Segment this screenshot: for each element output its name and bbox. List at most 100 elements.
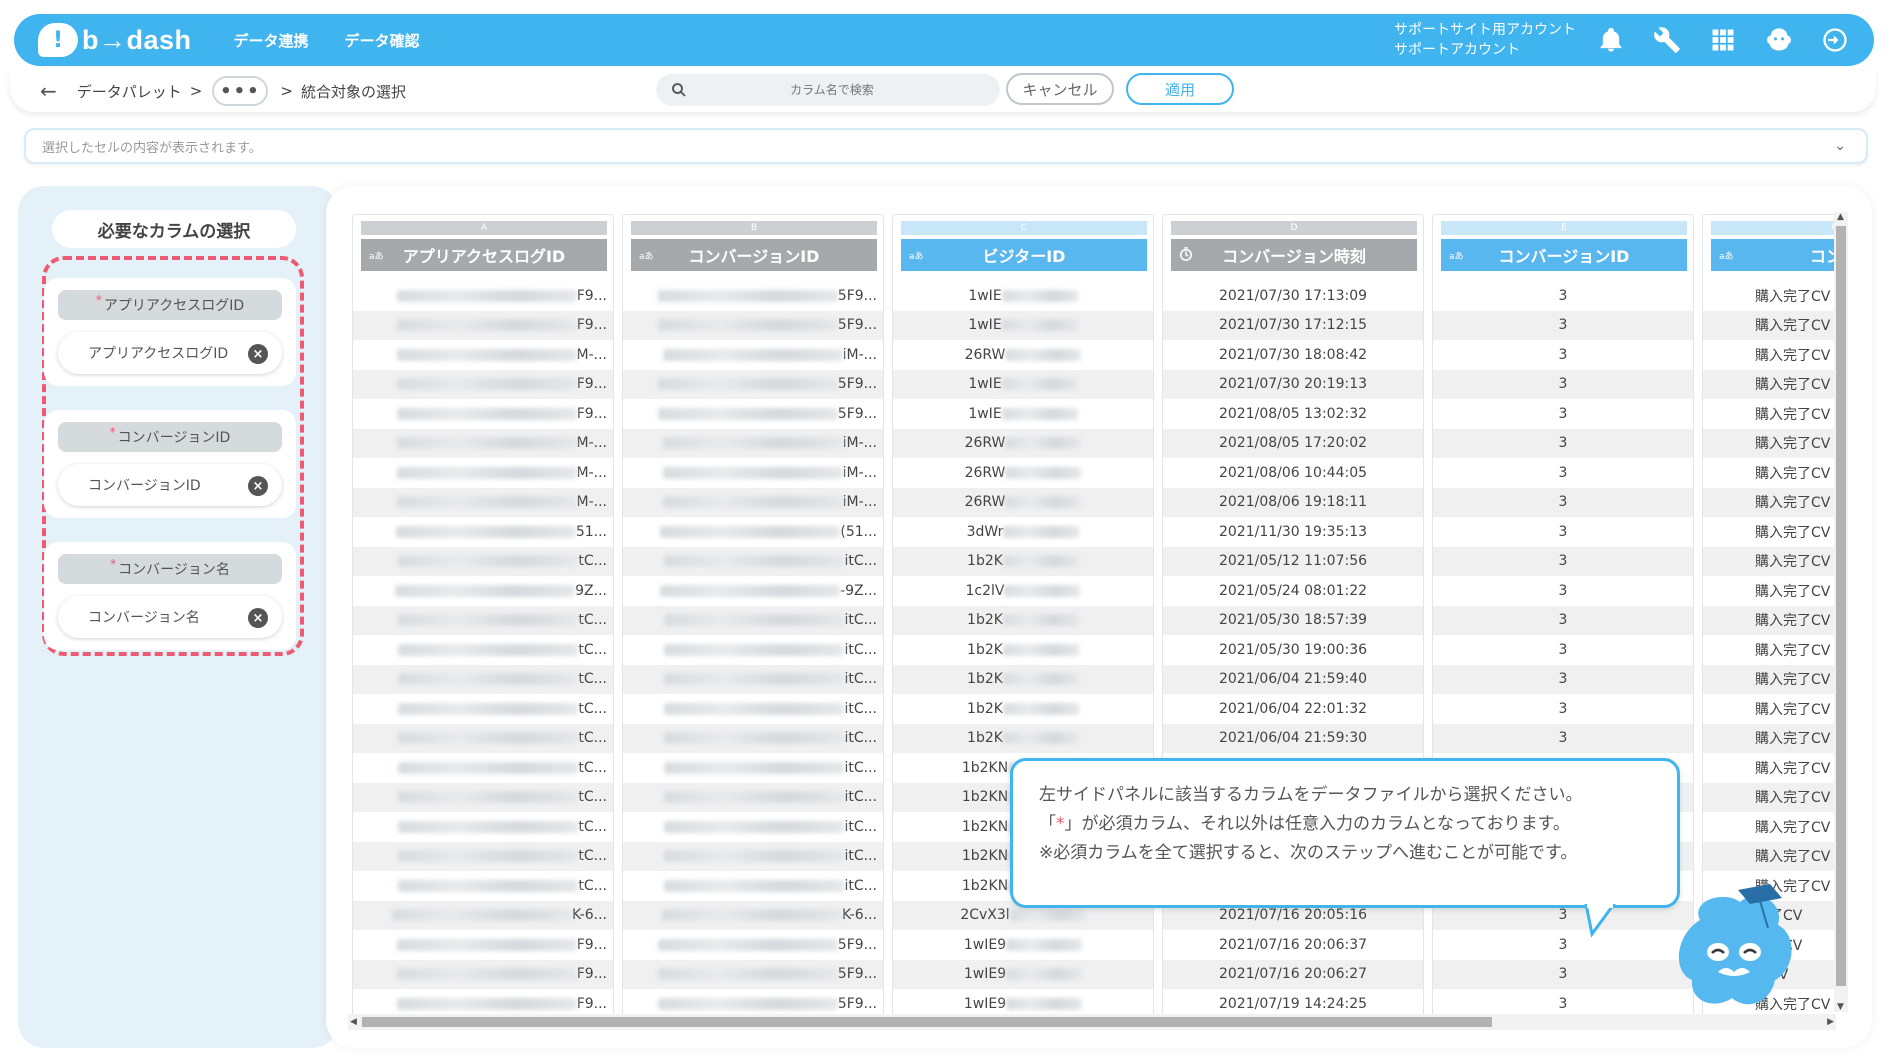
table-cell[interactable]: 購入完了CV xyxy=(1703,782,1836,812)
table-cell[interactable]: 26RW xyxy=(893,428,1153,458)
remove-icon[interactable]: × xyxy=(248,344,268,364)
logout-icon[interactable] xyxy=(1818,23,1852,57)
table-cell[interactable]: 3 xyxy=(1433,723,1693,753)
apps-grid-icon[interactable] xyxy=(1706,23,1740,57)
table-cell[interactable]: F9... xyxy=(353,930,613,960)
table-cell[interactable]: 購入完了CV xyxy=(1703,576,1836,606)
table-cell[interactable]: iM-... xyxy=(623,340,883,370)
table-cell[interactable]: M-... xyxy=(353,340,613,370)
table-cell[interactable]: 購入完了CV xyxy=(1703,841,1836,871)
table-cell[interactable]: 9Z... xyxy=(353,576,613,606)
column-header[interactable]: aあ ビジターID xyxy=(901,239,1147,271)
table-cell[interactable]: 3 xyxy=(1433,959,1693,989)
remove-icon[interactable]: × xyxy=(248,608,268,628)
table-cell[interactable]: 購入完了CV xyxy=(1703,428,1836,458)
table-cell[interactable]: tC... xyxy=(353,871,613,901)
account-info[interactable]: サポートサイト用アカウント サポートアカウント xyxy=(1394,20,1576,60)
table-cell[interactable]: 2021/05/12 11:07:56 xyxy=(1163,546,1423,576)
table-cell[interactable]: 3 xyxy=(1433,635,1693,665)
table-cell[interactable]: 購入完了CV xyxy=(1703,753,1836,783)
table-cell[interactable]: iM-... xyxy=(623,458,883,488)
table-cell[interactable]: K-6... xyxy=(353,900,613,930)
table-cell[interactable]: iM-... xyxy=(623,428,883,458)
bell-icon[interactable] xyxy=(1594,23,1628,57)
table-cell[interactable]: 2021/07/16 20:06:27 xyxy=(1163,959,1423,989)
vertical-scroll-thumb[interactable] xyxy=(1836,226,1846,986)
table-cell[interactable]: tC... xyxy=(353,812,613,842)
scroll-right-icon[interactable]: ▶ xyxy=(1827,1017,1834,1027)
table-cell[interactable]: 5F9... xyxy=(623,399,883,429)
table-cell[interactable]: tC... xyxy=(353,605,613,635)
table-cell[interactable]: tC... xyxy=(353,694,613,724)
table-cell[interactable]: 3 xyxy=(1433,428,1693,458)
table-cell[interactable]: 1wIE9 xyxy=(893,930,1153,960)
table-cell[interactable]: 2021/06/04 21:59:40 xyxy=(1163,664,1423,694)
table-cell[interactable]: 購入完了CV xyxy=(1703,517,1836,547)
table-cell[interactable]: tC... xyxy=(353,841,613,871)
table-cell[interactable]: 2021/08/05 13:02:32 xyxy=(1163,399,1423,429)
table-cell[interactable]: 3 xyxy=(1433,310,1693,340)
table-cell[interactable]: F9... xyxy=(353,310,613,340)
table-cell[interactable]: tC... xyxy=(353,546,613,576)
table-cell[interactable]: 3 xyxy=(1433,546,1693,576)
table-cell[interactable]: tC... xyxy=(353,635,613,665)
apply-button[interactable]: 適用 xyxy=(1126,73,1234,105)
table-cell[interactable]: 購入完了CV xyxy=(1703,812,1836,842)
table-cell[interactable]: itC... xyxy=(623,605,883,635)
table-cell[interactable]: 購入完了CV xyxy=(1703,458,1836,488)
table-cell[interactable]: 1b2K xyxy=(893,723,1153,753)
column-header[interactable]: aあ コンバージョンID xyxy=(631,239,877,271)
table-cell[interactable]: 5F9... xyxy=(623,281,883,311)
column-search-input[interactable] xyxy=(688,83,976,97)
scroll-up-icon[interactable]: ▲ xyxy=(1837,212,1844,222)
table-cell[interactable]: tC... xyxy=(353,753,613,783)
table-cell[interactable]: 購入完了CV xyxy=(1703,723,1836,753)
table-cell[interactable]: 3 xyxy=(1433,458,1693,488)
table-cell[interactable]: M-... xyxy=(353,458,613,488)
table-cell[interactable]: 購入完了CV xyxy=(1703,487,1836,517)
table-cell[interactable]: 26RW xyxy=(893,458,1153,488)
table-cell[interactable]: 2021/07/16 20:06:37 xyxy=(1163,930,1423,960)
table-cell[interactable]: itC... xyxy=(623,782,883,812)
table-cell[interactable]: 2021/07/30 17:12:15 xyxy=(1163,310,1423,340)
table-cell[interactable]: 2021/05/30 18:57:39 xyxy=(1163,605,1423,635)
table-cell[interactable]: 3 xyxy=(1433,281,1693,311)
table-cell[interactable]: 2021/08/06 19:18:11 xyxy=(1163,487,1423,517)
table-cell[interactable]: 2021/05/24 08:01:22 xyxy=(1163,576,1423,606)
table-cell[interactable]: itC... xyxy=(623,812,883,842)
table-cell[interactable]: 購入完了CV xyxy=(1703,340,1836,370)
column-header[interactable]: aあ アプリアクセスログID xyxy=(361,239,607,271)
table-cell[interactable]: 1wIE xyxy=(893,369,1153,399)
breadcrumb-more-button[interactable]: ••• xyxy=(212,76,269,106)
cancel-button[interactable]: キャンセル xyxy=(1006,73,1114,105)
table-cell[interactable]: 5F9... xyxy=(623,310,883,340)
mascot-icon[interactable] xyxy=(1762,23,1796,57)
table-cell[interactable]: 購入完了CV xyxy=(1703,546,1836,576)
table-cell[interactable]: 購入完了CV xyxy=(1703,369,1836,399)
table-cell[interactable]: 2021/07/30 20:19:13 xyxy=(1163,369,1423,399)
selected-column-chip[interactable]: コンバージョンID × xyxy=(58,464,282,506)
table-cell[interactable]: 1b2K xyxy=(893,635,1153,665)
cell-content-display[interactable]: 選択したセルの内容が表示されます。 ⌄ xyxy=(24,128,1868,164)
table-cell[interactable]: tC... xyxy=(353,782,613,812)
table-cell[interactable]: M-... xyxy=(353,428,613,458)
table-cell[interactable]: 3 xyxy=(1433,930,1693,960)
bdash-logo[interactable]: ! b→dash xyxy=(38,20,192,60)
table-cell[interactable]: F9... xyxy=(353,399,613,429)
table-cell[interactable]: 購入完了CV xyxy=(1703,281,1836,311)
table-cell[interactable]: 2021/07/30 17:13:09 xyxy=(1163,281,1423,311)
table-cell[interactable]: itC... xyxy=(623,723,883,753)
table-cell[interactable]: 1c2lV xyxy=(893,576,1153,606)
table-cell[interactable]: 3 xyxy=(1433,694,1693,724)
table-cell[interactable]: 3 xyxy=(1433,369,1693,399)
table-cell[interactable]: 5F9... xyxy=(623,369,883,399)
table-cell[interactable]: 2021/11/30 19:35:13 xyxy=(1163,517,1423,547)
table-cell[interactable]: itC... xyxy=(623,753,883,783)
table-cell[interactable]: 3dWr xyxy=(893,517,1153,547)
table-cell[interactable]: 1wIE xyxy=(893,399,1153,429)
table-cell[interactable]: 1b2K xyxy=(893,546,1153,576)
table-cell[interactable]: 3 xyxy=(1433,340,1693,370)
table-cell[interactable]: 2021/08/05 17:20:02 xyxy=(1163,428,1423,458)
table-cell[interactable]: iM-... xyxy=(623,487,883,517)
table-cell[interactable]: 1wIE xyxy=(893,310,1153,340)
